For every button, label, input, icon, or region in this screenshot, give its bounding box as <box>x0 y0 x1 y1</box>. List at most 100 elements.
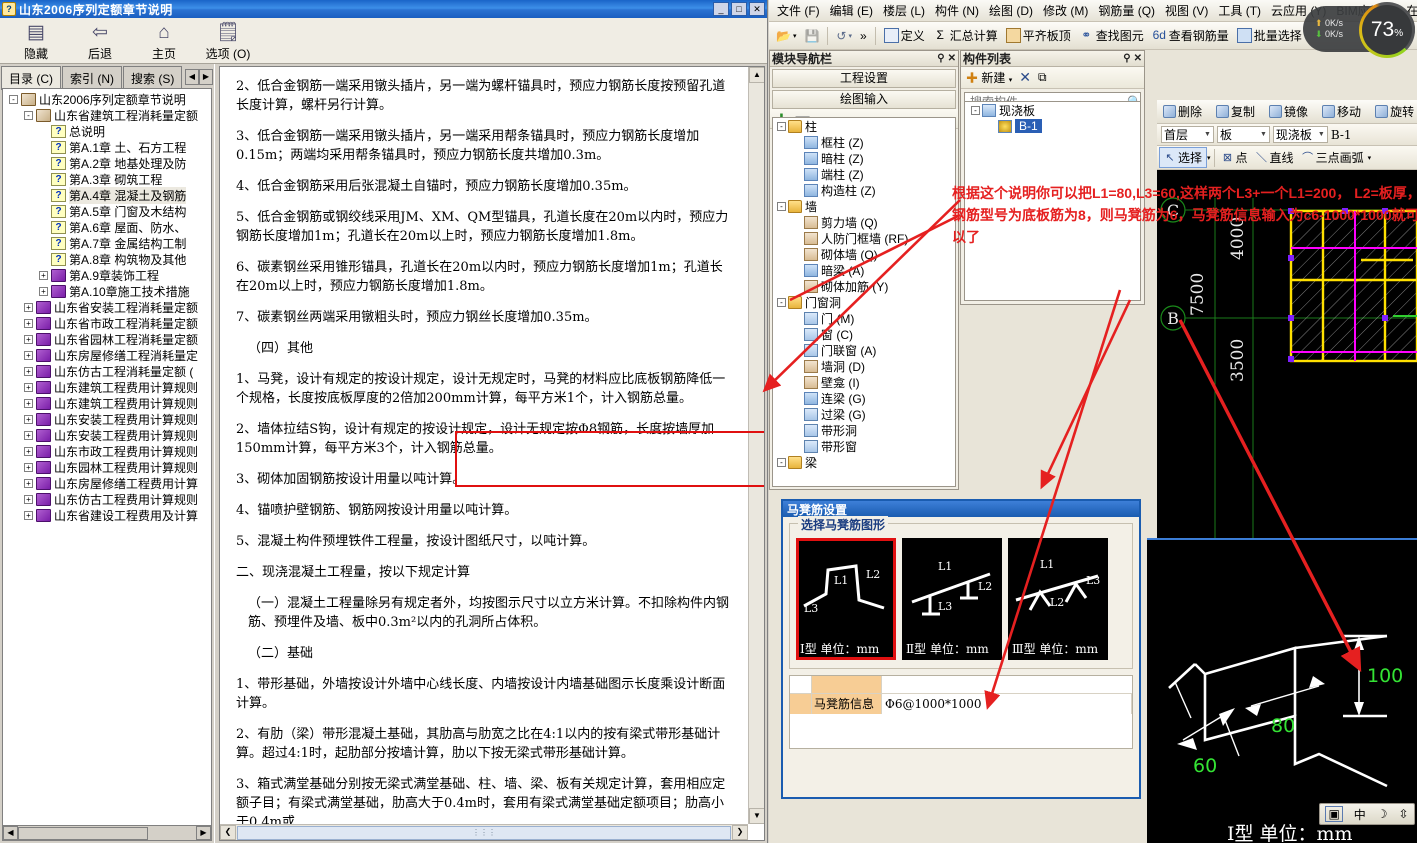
help-tree-item[interactable]: ? 第A.7章 金属结构工制 <box>5 235 211 251</box>
rebar-info-row[interactable]: 马凳筋信息 Φ6@1000*1000 <box>790 694 1132 714</box>
tab-scroll-right[interactable]: ▶ <box>199 69 213 85</box>
undo-icon[interactable]: ↺ ▾ <box>833 28 855 44</box>
cad-point-tool[interactable]: ⊠ 点 <box>1218 148 1252 167</box>
menu-item[interactable]: 楼层 (L) <box>878 0 930 21</box>
collapse-toggle-icon[interactable]: - <box>9 94 18 104</box>
tab-scroll-left[interactable]: ◀ <box>185 69 199 85</box>
menu-item[interactable]: 修改 (M) <box>1038 0 1093 21</box>
menu-item[interactable]: 文件 (F) <box>772 0 825 21</box>
doc-scroll-left-icon[interactable]: ❮ <box>220 825 236 840</box>
expand-toggle-icon[interactable]: + <box>24 382 33 392</box>
expand-toggle-icon[interactable]: + <box>24 478 33 488</box>
align-slab-top-button[interactable]: 平齐板顶 <box>1003 26 1074 45</box>
module-tree-item[interactable]: - 门窗洞 <box>773 294 955 310</box>
expand-toggle-icon[interactable]: + <box>24 494 33 504</box>
component-tree[interactable]: - 现浇板 B-1 <box>964 101 1141 301</box>
component-tools[interactable]: ✚ 新建 ▾ ✕ ⧉ <box>961 67 1144 89</box>
module-tree-item[interactable]: 带形洞 <box>773 422 955 438</box>
shape-option-2[interactable]: L1 L2 L3 Ⅱ型 单位：mm <box>902 538 1002 660</box>
module-tree-item[interactable]: 过梁 (G) <box>773 406 955 422</box>
component-tree-item[interactable]: B-1 <box>965 118 1140 134</box>
help-tree-item[interactable]: ? 第A.1章 土、石方工程 <box>5 139 211 155</box>
module-tree-item[interactable]: 砌体加筋 (Y) <box>773 278 955 294</box>
tab-search[interactable]: 搜索 (S) <box>123 66 183 90</box>
minimize-button[interactable]: _ <box>713 2 729 16</box>
new-component-button[interactable]: ✚ 新建 ▾ <box>966 69 1012 86</box>
module-tree-item[interactable]: 门 (M) <box>773 310 955 326</box>
chevron-down-icon[interactable]: ▼ <box>1260 131 1267 138</box>
collapse-toggle-icon[interactable]: - <box>971 105 980 115</box>
copy-component-button[interactable]: ⧉ <box>1038 70 1047 85</box>
scroll-down-icon[interactable]: ▼ <box>749 808 764 824</box>
menu-item[interactable]: 视图 (V) <box>1160 0 1213 21</box>
cpu-gauge[interactable]: 73% <box>1359 2 1415 58</box>
module-tree-item[interactable]: 构造柱 (Z) <box>773 182 955 198</box>
cad-line-tool[interactable]: ＼ 直线 <box>1252 148 1298 167</box>
cad-selector-1[interactable]: 板 ▼ <box>1216 126 1270 143</box>
options-button[interactable]: 🗒 选项 (O) <box>196 20 260 62</box>
ime-mode-label[interactable]: 中 <box>1354 806 1366 823</box>
help-tree-item[interactable]: ? 第A.2章 地基处理及防 <box>5 155 211 171</box>
cad-selector-toolbar[interactable]: 首层 ▼ 板 ▼ 现浇板 ▼ B-1 <box>1157 124 1417 146</box>
module-tree-item[interactable]: 墙洞 (D) <box>773 358 955 374</box>
tree-hscroll-thumb[interactable] <box>18 826 148 840</box>
expand-toggle-icon[interactable]: + <box>24 366 33 376</box>
module-tree-item[interactable]: 砌体墙 (Q) <box>773 246 955 262</box>
help-tree-item[interactable]: - 山东2006序列定额章节说明 <box>5 91 211 107</box>
project-settings-button[interactable]: 工程设置 <box>772 69 956 88</box>
help-tree-item[interactable]: ? 第A.3章 砌筑工程 <box>5 171 211 187</box>
chevron-down-icon[interactable]: ▼ <box>1318 131 1325 138</box>
hide-panel-button[interactable]: ▤ 隐藏 <box>4 20 68 62</box>
module-tree-item[interactable]: 门联窗 (A) <box>773 342 955 358</box>
module-tree-item[interactable]: 暗梁 (A) <box>773 262 955 278</box>
help-tree-item[interactable]: ? 第A.8章 构筑物及其他 <box>5 251 211 267</box>
pin-icon[interactable]: ⚲ <box>937 53 944 64</box>
help-tree-item[interactable]: + 山东省建设工程费用及计算 <box>5 507 211 523</box>
expand-toggle-icon[interactable]: + <box>24 398 33 408</box>
help-tree-item[interactable]: + 山东省市政工程消耗量定额 <box>5 315 211 331</box>
collapse-toggle-icon[interactable]: - <box>777 121 786 131</box>
define-button[interactable]: 定义 <box>881 26 928 45</box>
module-tree-item[interactable]: -梁 <box>773 454 955 470</box>
menu-item[interactable]: 工具 (T) <box>1213 0 1266 21</box>
cad-rotate-button[interactable]: 旋转 <box>1371 102 1417 121</box>
cad-move-button[interactable]: 移动 <box>1318 102 1365 121</box>
menu-item[interactable]: 编辑 (E) <box>825 0 878 21</box>
module-tree-item[interactable]: 连梁 (G) <box>773 390 955 406</box>
tab-scroll-buttons[interactable]: ◀ ▶ <box>185 69 213 85</box>
doc-hscroll-thumb[interactable]: ⋮⋮⋮ <box>237 825 731 840</box>
shape-option-1[interactable]: L3 L1 L2 Ⅰ型 单位：mm <box>796 538 896 660</box>
view-rebar-button[interactable]: 6d 查看钢筋量 <box>1149 26 1232 45</box>
expand-toggle-icon[interactable]: + <box>39 270 48 280</box>
expand-toggle-icon[interactable]: + <box>24 302 33 312</box>
collapse-toggle-icon[interactable]: - <box>777 457 786 467</box>
tab-contents[interactable]: 目录 (C) <box>1 66 61 90</box>
doc-scroll-right-icon[interactable]: ❯ <box>732 825 748 840</box>
open-icon[interactable]: 📂 ▾ <box>773 28 799 44</box>
cad-drawing-canvas[interactable]: C B 4000 7500 3500 <box>1157 170 1417 540</box>
chevron-down-icon[interactable]: ▼ <box>1204 131 1211 138</box>
help-tree-item[interactable]: ? 第A.4章 混凝土及钢筋 <box>5 186 211 204</box>
help-tree-item[interactable]: + 山东安装工程费用计算规则 <box>5 411 211 427</box>
cad-selector-0[interactable]: 首层 ▼ <box>1161 126 1214 143</box>
doc-hscrollbar[interactable]: ❮ ⋮⋮⋮ ❯ <box>220 824 748 840</box>
network-speed-widget[interactable]: ⬆ 0K/s ⬇ 0K/s 73% <box>1303 5 1415 55</box>
overflow-icon[interactable]: » <box>857 28 870 44</box>
help-tree-item[interactable]: + 山东建筑工程费用计算规则 <box>5 395 211 411</box>
cad-cursor-tool[interactable]: ↖ 选择 <box>1159 147 1208 168</box>
help-tree-item[interactable]: + 山东仿古工程消耗量定额 ( <box>5 363 211 379</box>
chevron-down-icon-2[interactable]: ▾ <box>1368 154 1372 162</box>
cad-edit-toolbar[interactable]: 删除 复制 镜像 移动 旋转 <box>1157 100 1417 124</box>
expand-toggle-icon[interactable]: + <box>24 334 33 344</box>
window-controls[interactable]: _ □ ✕ <box>713 2 765 16</box>
expand-toggle-icon[interactable]: + <box>24 446 33 456</box>
cad-copy-shape-button[interactable]: 复制 <box>1212 102 1259 121</box>
expand-toggle-icon[interactable]: + <box>24 318 33 328</box>
collapse-toggle-icon[interactable]: - <box>24 110 33 120</box>
scroll-up-icon[interactable]: ▲ <box>749 67 764 83</box>
tree-hscrollbar[interactable]: ◀ ▶ <box>3 825 211 840</box>
restore-icon[interactable]: ▣ <box>1325 806 1343 822</box>
draw-input-button[interactable]: 绘图输入 <box>772 90 956 109</box>
help-tree-item[interactable]: + 山东园林工程费用计算规则 <box>5 459 211 475</box>
help-tree-item[interactable]: + 山东建筑工程费用计算规则 <box>5 379 211 395</box>
